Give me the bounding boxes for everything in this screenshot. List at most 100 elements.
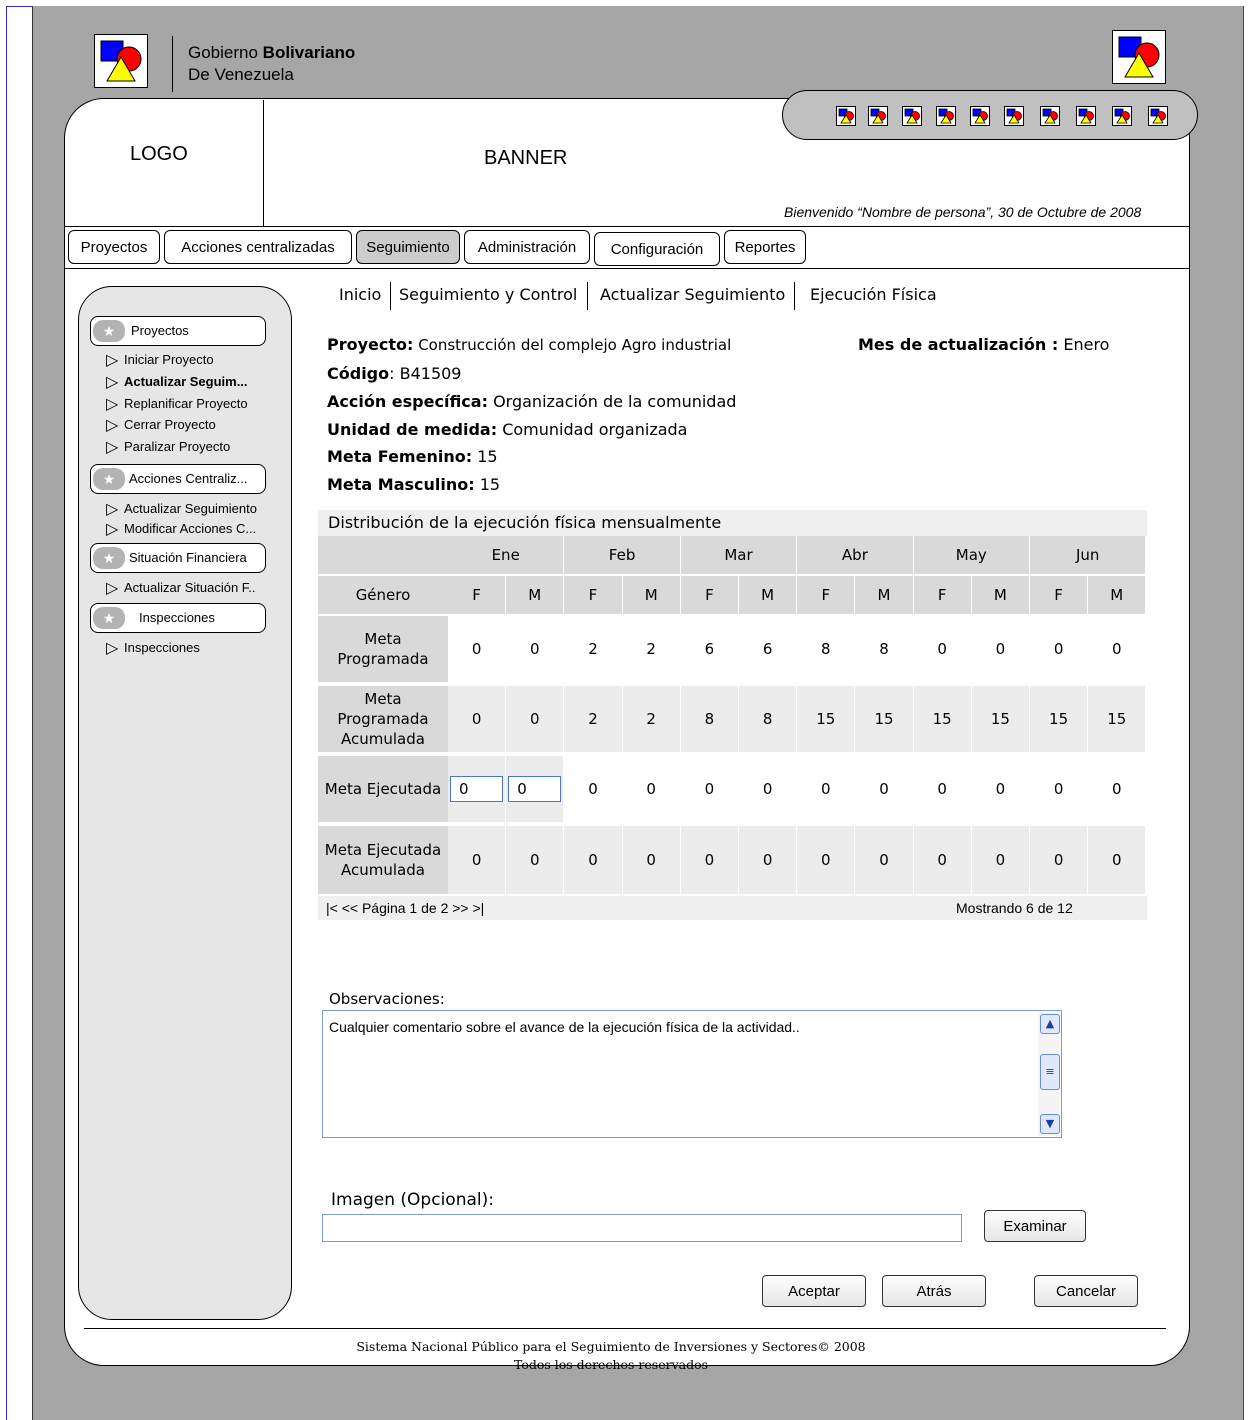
scroll-thumb[interactable]: ≡ [1040, 1054, 1060, 1090]
table-cell-input[interactable]: 0 [450, 776, 504, 802]
quick-link-icon[interactable] [902, 106, 922, 126]
goal-male: Meta Masculino: 15 [327, 475, 501, 494]
triangle-right-icon: ▷ [106, 352, 119, 369]
table-header-corner [318, 536, 448, 574]
header-divider [64, 226, 1190, 227]
sidebar-item-label: Paralizar Proyecto [124, 439, 231, 454]
table-cell: 0 [821, 780, 831, 798]
table-cell: 0 [855, 826, 913, 894]
table-cell: 8 [680, 686, 738, 752]
sidebar-item-paralizar-proyecto[interactable]: ▷ Paralizar Proyecto [106, 437, 230, 457]
quick-link-icon[interactable] [1040, 106, 1060, 126]
table-cell: 0 [762, 780, 773, 798]
triangle-right-icon: ▷ [106, 396, 119, 413]
sidebar-section-acciones-centralizadas[interactable]: ★ Acciones Centraliz... [90, 464, 266, 494]
triangle-right-icon: ▷ [106, 640, 119, 657]
table-cell: 0 [995, 780, 1006, 798]
tab-administracion[interactable]: Administración [464, 230, 590, 264]
quick-link-icon[interactable] [836, 106, 856, 126]
table-cell: 0 [971, 826, 1029, 894]
table-header-month: Feb [564, 536, 680, 574]
tab-proyectos[interactable]: Proyectos [68, 230, 160, 264]
quick-link-icon[interactable] [936, 106, 956, 126]
pager-controls[interactable]: |< << Página 1 de 2 >> >| [326, 896, 484, 920]
table-cell: 0 [995, 640, 1006, 658]
table-cell: 15 [1030, 686, 1088, 752]
cancel-button[interactable]: Cancelar [1034, 1275, 1138, 1307]
sidebar-item-iniciar-proyecto[interactable]: ▷ Iniciar Proyecto [106, 350, 214, 370]
sidebar-item-cerrar-proyecto[interactable]: ▷ Cerrar Proyecto [106, 415, 216, 435]
sidebar-item-actualizar-situacion[interactable]: ▷ Actualizar Situación F.. [106, 578, 256, 598]
quick-link-icon[interactable] [1076, 106, 1096, 126]
table-header-month: Ene [448, 536, 564, 574]
table-header-gender-sub: M [1088, 576, 1146, 614]
quick-link-icon[interactable] [1148, 106, 1168, 126]
table-cell: 0 [564, 826, 622, 894]
table-cell: 15 [855, 686, 913, 752]
quick-link-icon[interactable] [1004, 106, 1024, 126]
sidebar-item-inspecciones[interactable]: ▷ Inspecciones [106, 638, 200, 658]
table-header-month: Mar [680, 536, 797, 574]
table-cell: 15 [1088, 686, 1146, 752]
triangle-right-icon: ▷ [106, 374, 119, 391]
sidebar-item-label: Actualizar Seguimiento [124, 501, 257, 516]
sidebar-section-inspecciones[interactable]: ★ Inspecciones [90, 603, 266, 633]
banner-placeholder: BANNER [484, 147, 568, 169]
quick-link-icon[interactable] [970, 106, 990, 126]
triangle-right-icon: ▷ [106, 501, 119, 518]
sidebar-item-actualizar-seguimiento-ac[interactable]: ▷ Actualizar Seguimiento [106, 499, 257, 519]
table-cell: 6 [704, 640, 715, 658]
triangle-right-icon: ▷ [106, 417, 119, 434]
breadcrumb-actualizar-seguimiento[interactable]: Actualizar Seguimiento [600, 285, 785, 304]
table-cell: 0 [680, 826, 738, 894]
browse-button[interactable]: Examinar [984, 1210, 1086, 1242]
table-cell: 8 [739, 686, 797, 752]
star-icon: ★ [93, 607, 125, 629]
scroll-down-icon[interactable]: ▼ [1040, 1114, 1060, 1134]
sidebar-section-proyectos[interactable]: ★ Proyectos [90, 316, 266, 346]
logo-separator [263, 100, 264, 226]
table-cell: 0 [704, 780, 715, 798]
unit-of-measure: Unidad de medida: Comunidad organizada [327, 420, 688, 439]
footer-rights: Todos los derechos reservados [513, 1357, 709, 1372]
table-pager: |< << Página 1 de 2 >> >| Mostrando 6 de… [318, 896, 1147, 920]
table-header-gender-sub: M [739, 576, 797, 614]
quick-link-icon[interactable] [1112, 106, 1132, 126]
table-row-label: Meta Ejecutada [318, 756, 448, 822]
image-file-input[interactable] [322, 1214, 962, 1242]
table-header-gender-sub: F [1030, 576, 1088, 614]
scroll-up-icon[interactable]: ▲ [1040, 1014, 1060, 1034]
table-cell: 0 [506, 826, 564, 894]
table-header-month: May [913, 536, 1029, 574]
observations-text: Cualquier comentario sobre el avance de … [329, 1019, 800, 1035]
triangle-right-icon: ▷ [106, 521, 119, 538]
tab-reportes[interactable]: Reportes [724, 230, 806, 264]
table-cell: 0 [879, 780, 889, 798]
logo-placeholder: LOGO [130, 143, 188, 165]
table-header-month: Jun [1030, 536, 1146, 574]
sidebar-item-actualizar-seguimiento[interactable]: ▷ Actualizar Seguim... [106, 372, 248, 392]
table-row-label: Meta Programada Acumulada [318, 686, 448, 752]
table-cell: 0 [448, 826, 506, 894]
star-icon: ★ [93, 320, 125, 342]
breadcrumb-seguimiento-control[interactable]: Seguimiento y Control [399, 285, 577, 304]
breadcrumb-inicio[interactable]: Inicio [339, 285, 381, 304]
image-label: Imagen (Opcional): [331, 1190, 494, 1210]
table-cell-input[interactable]: 0 [508, 776, 562, 802]
observations-label: Observaciones: [329, 990, 445, 1008]
tab-acciones-centralizadas[interactable]: Acciones centralizadas [164, 230, 352, 264]
table-cell: 0 [937, 640, 947, 658]
sidebar-section-situacion-financiera[interactable]: ★ Situación Financiera [90, 543, 266, 573]
table-cell: 0 [622, 826, 680, 894]
tab-configuracion[interactable]: Configuración [594, 232, 720, 266]
accept-button[interactable]: Aceptar [762, 1275, 866, 1307]
back-button[interactable]: Atrás [882, 1275, 986, 1307]
quick-link-icon[interactable] [868, 106, 888, 126]
tab-seguimiento[interactable]: Seguimiento [356, 230, 460, 264]
table-header-gender-sub: F [564, 576, 622, 614]
sidebar-item-modificar-acciones[interactable]: ▷ Modificar Acciones C... [106, 519, 256, 539]
sidebar-item-replanificar-proyecto[interactable]: ▷ Replanificar Proyecto [106, 394, 248, 414]
sidebar-section-label: Situación Financiera [129, 550, 247, 565]
government-name: Gobierno Bolivariano De Venezuela [188, 43, 356, 84]
government-logo-right-icon [1112, 30, 1166, 84]
